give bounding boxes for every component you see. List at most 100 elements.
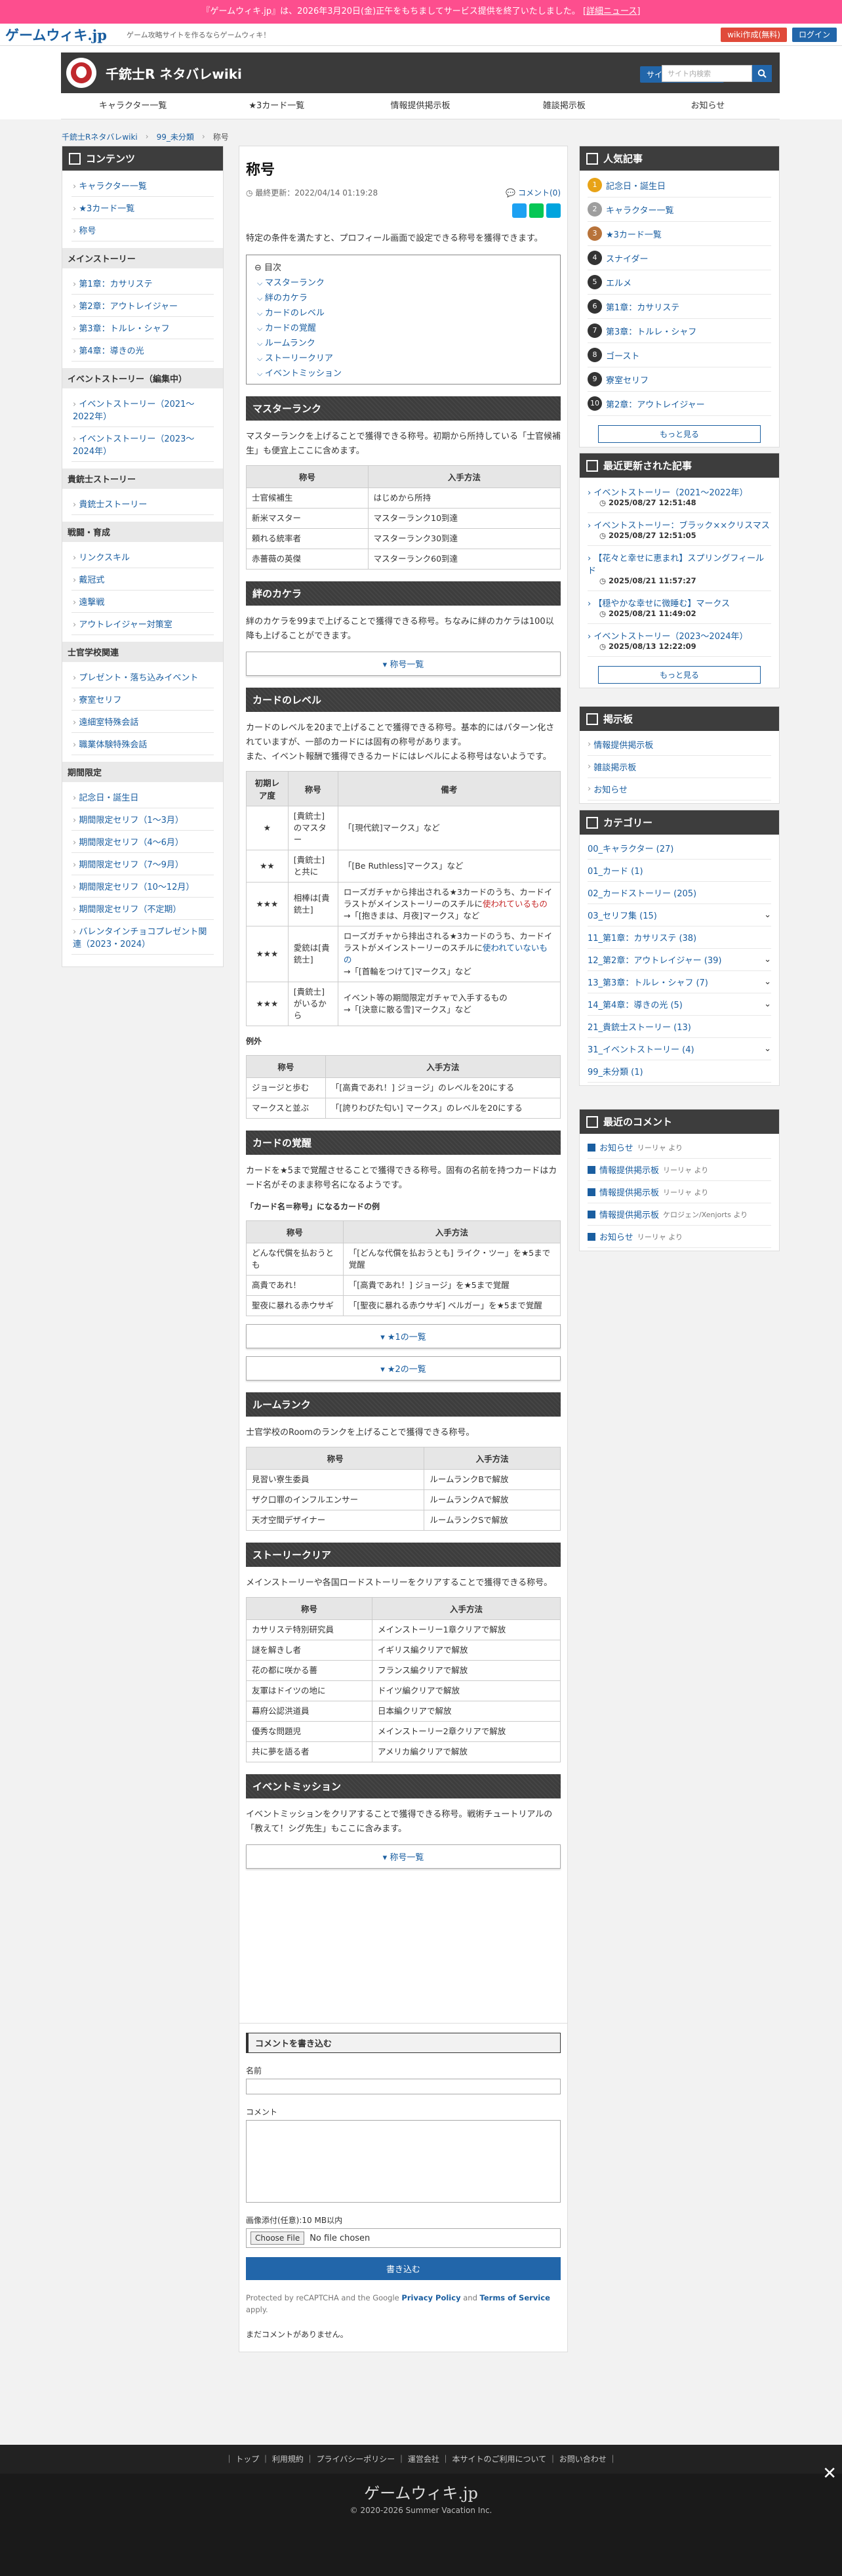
sidebar-link[interactable]: イベントストーリー（2021〜2022年） (71, 392, 214, 427)
create-wiki-button[interactable]: wiki作成(無料) (721, 28, 787, 42)
login-button[interactable]: ログイン (792, 28, 837, 42)
gnav-item[interactable]: キャラクター一覧 (61, 93, 205, 119)
popular-link[interactable]: エルメ (606, 276, 632, 289)
sidebar-link[interactable]: プレゼント・落ち込みイベント (71, 666, 214, 688)
sidebar-link[interactable]: 遠細室特殊会話 (71, 711, 214, 733)
popular-link[interactable]: キャラクター一覧 (606, 203, 673, 216)
recent-link[interactable]: › 【花々と幸せに恵まれ】スプリングフィールド (588, 554, 764, 576)
recent-item[interactable]: › イベントストーリー（2021〜2022年） ◷ 2025/08/27 12:5… (588, 480, 771, 513)
sidebar-link[interactable]: 期間限定セリフ（不定期） (71, 898, 214, 920)
gnav-item[interactable]: ★3カード一覧 (205, 93, 348, 119)
comment-link[interactable]: お知らせ (599, 1230, 633, 1243)
category-item[interactable]: 99_未分類 (1) (588, 1060, 771, 1083)
recent-item[interactable]: › 【穏やかな幸せに微睡む】マークス ◷ 2025/08/21 11:49:02 (588, 591, 771, 624)
popular-item[interactable]: 8 ゴースト (588, 343, 771, 367)
sidebar-link[interactable]: 称号 (71, 219, 214, 241)
recent-item[interactable]: › 【花々と幸せに恵まれ】スプリングフィールド ◷ 2025/08/21 11:5… (588, 546, 771, 591)
gnav-item[interactable]: 雑談掲示板 (492, 93, 636, 119)
comment-item[interactable]: 情報提供掲示板 リーリャ より (588, 1159, 771, 1181)
wiki-logo-icon[interactable] (66, 58, 96, 88)
popular-item[interactable]: 4 スナイダー (588, 246, 771, 270)
expand-button[interactable]: ▾ ★1の一覧 (246, 1324, 561, 1348)
chevron-down-icon[interactable]: ⌄ (764, 1044, 771, 1054)
wiki-title[interactable]: 千銃士R ネタバレwiki (106, 64, 242, 83)
popular-item[interactable]: 6 第1章：カサリステ (588, 295, 771, 319)
sidebar-link[interactable]: アウトレイジャー対策室 (71, 613, 214, 635)
more-button[interactable]: もっと見る (598, 666, 761, 684)
comment-link[interactable]: 情報提供掲示板 (599, 1163, 659, 1176)
popular-item[interactable]: 9 寮室セリフ (588, 367, 771, 392)
category-item[interactable]: 12_第2章：アウトレイジャー (39) ⌄ (588, 949, 771, 971)
sidebar-link[interactable]: 第2章：アウトレイジャー (71, 295, 214, 317)
privacy-link[interactable]: Privacy Policy (401, 2293, 460, 2302)
board-link[interactable]: お知らせ (593, 783, 628, 795)
category-item[interactable]: 13_第3章：トルレ・シャフ (7) ⌄ (588, 971, 771, 993)
search-button[interactable] (752, 65, 772, 82)
breadcrumb-link[interactable]: 千銃士Rネタバレwiki (62, 131, 138, 142)
sidebar-link[interactable]: 貴銃士ストーリー (71, 493, 214, 515)
hatena-icon[interactable] (546, 203, 561, 218)
chevron-down-icon[interactable]: ⌄ (764, 910, 771, 920)
category-link[interactable]: 01_カード (1) (588, 864, 643, 877)
sidebar-link[interactable]: 第3章：トルレ・シャフ (71, 317, 214, 339)
footer-links[interactable]: ｜ トップ ｜ 利用規約 ｜ プライバシーポリシー ｜ 運営会社 ｜ 本サイトの… (0, 2445, 842, 2474)
submit-button[interactable]: 書き込む (246, 2257, 561, 2280)
toc-link[interactable]: ストーリークリア (257, 351, 552, 364)
category-item[interactable]: 21_貴銃士ストーリー (13) (588, 1016, 771, 1038)
category-link[interactable]: 14_第4章：導きの光 (5) (588, 998, 683, 1010)
sidebar-link[interactable]: 期間限定セリフ（1〜3月） (71, 808, 214, 831)
sidebar-link[interactable]: 期間限定セリフ（10〜12月） (71, 875, 214, 898)
category-link[interactable]: 12_第2章：アウトレイジャー (39) (588, 953, 721, 966)
comment-link[interactable]: お知らせ (599, 1141, 633, 1153)
category-item[interactable]: 11_第1章：カサリステ (38) (588, 926, 771, 949)
gnav-item[interactable]: お知らせ (636, 93, 780, 119)
popular-link[interactable]: 寮室セリフ (606, 373, 649, 386)
sidebar-link[interactable]: 第4章：導きの光 (71, 339, 214, 362)
category-item[interactable]: 01_カード (1) (588, 860, 771, 882)
sidebar-link[interactable]: 遠撃戦 (71, 591, 214, 613)
board-item[interactable]: › 雑談掲示板 (588, 756, 771, 778)
sidebar-link[interactable]: バレンタインチョコプレゼント関連（2023・2024） (71, 920, 214, 955)
board-item[interactable]: › お知らせ (588, 778, 771, 800)
category-link[interactable]: 02_カードストーリー (205) (588, 886, 696, 899)
name-input[interactable] (246, 2079, 561, 2094)
category-link[interactable]: 99_未分類 (1) (588, 1065, 643, 1077)
comment-item[interactable]: お知らせ リーリャ より (588, 1226, 771, 1248)
sidebar-link[interactable]: 戴冠式 (71, 568, 214, 591)
category-item[interactable]: 31_イベントストーリー (4) ⌄ (588, 1038, 771, 1060)
sidebar-link[interactable]: 寮室セリフ (71, 688, 214, 711)
terms-link[interactable]: Terms of Service (480, 2293, 550, 2302)
category-item[interactable]: 00_キャラクター (27) (588, 837, 771, 860)
toc-link[interactable]: 絆のカケラ (257, 291, 552, 303)
sidebar-link[interactable]: ★3カード一覧 (71, 197, 214, 219)
popular-item[interactable]: 3 ★3カード一覧 (588, 222, 771, 246)
recent-item[interactable]: › イベントストーリー（2023〜2024年） ◷ 2025/08/13 12:2… (588, 624, 771, 657)
chevron-down-icon[interactable]: ⌄ (764, 999, 771, 1009)
banner-news-link[interactable]: [詳細ニュース] (583, 7, 641, 16)
choose-file-button[interactable]: Choose File (251, 2232, 305, 2245)
comment-item[interactable]: お知らせ リーリャ より (588, 1136, 771, 1159)
breadcrumb-link[interactable]: 99_未分類 (157, 131, 194, 142)
comment-count-link[interactable]: 💬 コメント(0) (506, 187, 561, 198)
category-link[interactable]: 11_第1章：カサリステ (38) (588, 931, 696, 944)
recent-link[interactable]: › イベントストーリー（2021〜2022年） (588, 488, 748, 498)
board-link[interactable]: 雑談掲示板 (593, 760, 636, 773)
category-item[interactable]: 02_カードストーリー (205) (588, 882, 771, 904)
sidebar-link[interactable]: 期間限定セリフ（7〜9月） (71, 853, 214, 875)
sidebar-link[interactable]: 期間限定セリフ（4〜6月） (71, 831, 214, 853)
category-item[interactable]: 14_第4章：導きの光 (5) ⌄ (588, 993, 771, 1016)
board-item[interactable]: › 情報提供掲示板 (588, 734, 771, 756)
site-search-input[interactable]: サイト内検索 (662, 65, 752, 82)
twitter-icon[interactable] (512, 203, 527, 218)
gamewiki-logo[interactable]: ゲームウィキ.jp (5, 25, 107, 45)
expand-button[interactable]: ▾ 称号一覧 (246, 1844, 561, 1869)
category-link[interactable]: 00_キャラクター (27) (588, 842, 673, 854)
sidebar-link[interactable]: イベントストーリー（2023〜2024年） (71, 427, 214, 462)
popular-item[interactable]: 2 キャラクター一覧 (588, 197, 771, 222)
popular-link[interactable]: 第3章：トルレ・シャフ (606, 325, 696, 337)
popular-item[interactable]: 5 エルメ (588, 270, 771, 295)
comment-link[interactable]: 情報提供掲示板 (599, 1186, 659, 1198)
category-link[interactable]: 21_貴銃士ストーリー (13) (588, 1020, 691, 1033)
more-button[interactable]: もっと見る (598, 425, 761, 443)
comment-item[interactable]: 情報提供掲示板 リーリャ より (588, 1181, 771, 1203)
